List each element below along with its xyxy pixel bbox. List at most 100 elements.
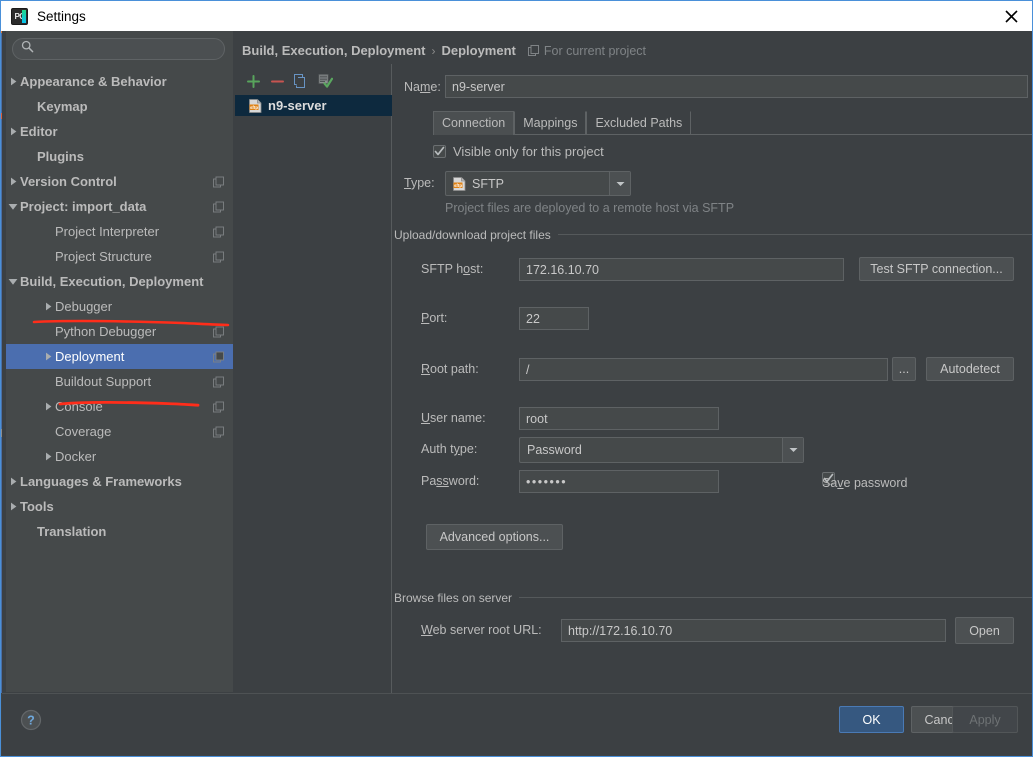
apply-button[interactable]: Apply [952,706,1018,733]
browse-group-title: Browse files on server [394,591,520,605]
sidebar-item-project-import-data[interactable]: Project: import_data [6,194,233,219]
search-input[interactable] [39,40,219,58]
chevron-down-icon[interactable] [782,438,803,462]
settings-detail-panel: Build, Execution, Deployment › Deploymen… [235,31,1032,755]
user-name-input[interactable] [519,407,719,430]
dialog-body: Appearance & Behavior Keymap Editor Plugins… [2,31,1032,755]
chevron-down-icon[interactable] [609,172,630,195]
chevron-right-icon[interactable] [6,169,20,194]
sidebar-item-label: Docker [55,449,97,464]
visible-only-checkbox[interactable]: Visible only for this project [433,144,604,159]
browse-root-path-button[interactable]: ... [892,357,916,381]
set-default-button[interactable] [313,70,337,92]
tab-mappings[interactable]: Mappings [514,111,587,134]
sftp-host-label: SFTP host: [421,262,484,276]
chevron-down-icon[interactable] [6,194,20,219]
chevron-down-icon[interactable] [6,269,20,294]
port-input[interactable] [519,307,589,330]
chevron-right-icon[interactable] [6,69,20,94]
breadcrumb-root[interactable]: Build, Execution, Deployment [242,43,425,58]
autodetect-button[interactable]: Autodetect [926,357,1014,381]
password-label: Password: [421,474,480,488]
sidebar-item-project-interpreter[interactable]: Project Interpreter [6,219,233,244]
user-name-label: User name: [421,411,486,425]
sidebar-item-tools[interactable]: Tools [6,494,233,519]
sidebar-item-docker[interactable]: Docker [6,444,233,469]
auth-type-label: Auth type: [421,442,478,456]
server-toolbar [235,68,392,94]
test-sftp-connection-button[interactable]: Test SFTP connection... [859,257,1014,281]
sidebar-item-deployment[interactable]: Deployment [6,344,233,369]
type-value: SFTP [472,176,504,191]
project-scope-icon [213,426,224,437]
sidebar-item-keymap[interactable]: Keymap [6,94,233,119]
chevron-right-icon[interactable] [41,294,55,319]
add-server-button[interactable] [241,70,265,92]
close-icon[interactable] [988,1,1032,31]
sidebar-item-version-control[interactable]: Version Control [6,169,233,194]
sidebar-item-label: Plugins [37,149,84,164]
save-password-label: Save password [822,476,908,490]
project-scope-icon [213,401,224,412]
sftp-host-input[interactable] [519,258,844,281]
sidebar-item-console[interactable]: Console [6,394,233,419]
advanced-options-button[interactable]: Advanced options... [426,524,563,550]
sidebar-item-label: Translation [37,524,107,539]
sidebar-item-label: Editor [20,124,58,139]
server-list-item[interactable]: sftp n9-server [235,95,392,116]
project-scope-icon [213,351,224,362]
project-scope-icon [213,326,224,337]
sidebar-item-label: Console [55,399,103,414]
browse-group-line [511,597,1032,598]
sidebar-item-editor[interactable]: Editor [6,119,233,144]
sidebar-item-translation[interactable]: Translation [6,519,233,544]
type-hint: Project files are deployed to a remote h… [445,201,735,215]
web-url-input[interactable] [561,619,946,642]
sidebar-item-appearance-behavior[interactable]: Appearance & Behavior [6,69,233,94]
server-list-pane: sftp n9-server [235,64,392,725]
chevron-right-icon[interactable] [6,119,20,144]
name-input[interactable] [445,75,1028,98]
chevron-right-icon[interactable] [6,494,20,519]
sidebar-item-label: Project: import_data [20,199,147,214]
type-select[interactable]: sftp SFTP [445,171,631,196]
copy-server-button[interactable] [289,70,313,92]
auth-type-select[interactable]: Password [519,437,804,463]
help-icon[interactable]: ? [20,709,42,731]
project-scope-icon [213,226,224,237]
chevron-right-icon[interactable] [41,394,55,419]
auth-type-row: Auth type: Password [393,437,1032,464]
svg-text:sftp: sftp [454,182,462,187]
chevron-right-icon[interactable] [41,444,55,469]
sftp-icon: sftp [453,176,466,191]
name-label: Name: [404,80,441,94]
sidebar-item-debugger[interactable]: Debugger [6,294,233,319]
password-row: Password: Save password [393,470,1032,493]
sidebar-item-plugins[interactable]: Plugins [6,144,233,169]
ok-button[interactable]: OK [839,706,904,733]
sidebar-item-label: Deployment [55,349,125,364]
open-url-button[interactable]: Open [955,617,1014,644]
sidebar-item-build-execution-deployment[interactable]: Build, Execution, Deployment [6,269,233,294]
root-path-input[interactable] [519,358,888,381]
connection-tabs: Connection Mappings Excluded Paths [433,111,1032,135]
tab-label: Excluded Paths [595,116,683,130]
sidebar-item-label: Languages & Frameworks [20,474,182,489]
chevron-right-icon[interactable] [41,344,55,369]
tab-label: Mappings [523,116,578,130]
sidebar-item-project-structure[interactable]: Project Structure [6,244,233,269]
remove-server-button[interactable] [265,70,289,92]
password-input[interactable] [519,470,719,493]
settings-tree: Appearance & Behavior Keymap Editor Plugins… [6,69,233,544]
search-box[interactable] [12,38,225,60]
sidebar-item-languages-frameworks[interactable]: Languages & Frameworks [6,469,233,494]
sidebar-item-buildout-support[interactable]: Buildout Support [6,369,233,394]
sidebar-item-coverage[interactable]: Coverage [6,419,233,444]
sidebar-item-python-debugger[interactable]: Python Debugger [6,319,233,344]
tab-label: Connection [442,116,506,130]
tab-connection[interactable]: Connection [433,111,515,135]
save-password-checkbox[interactable]: Save password [822,472,907,490]
tab-excluded-paths[interactable]: Excluded Paths [586,111,692,134]
chevron-right-icon[interactable] [6,469,20,494]
checkbox-box [433,145,446,158]
